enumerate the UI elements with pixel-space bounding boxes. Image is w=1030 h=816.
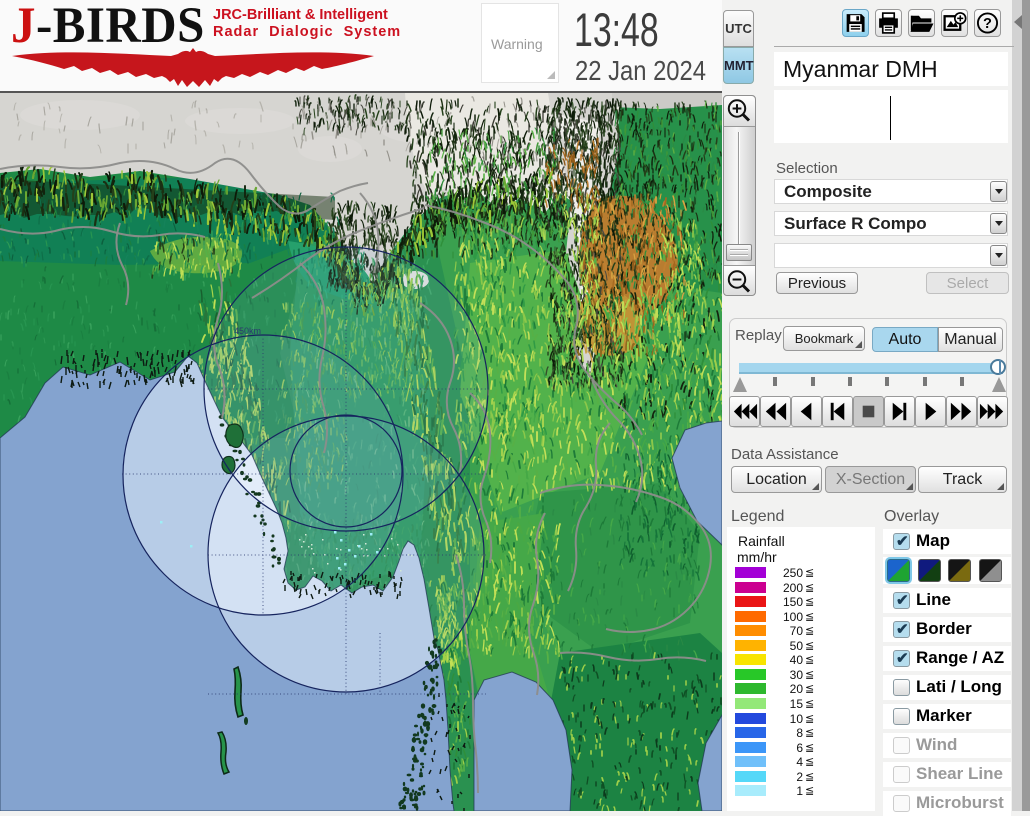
svg-text:?: ? (983, 16, 992, 32)
svg-text:450km: 450km (234, 326, 261, 336)
